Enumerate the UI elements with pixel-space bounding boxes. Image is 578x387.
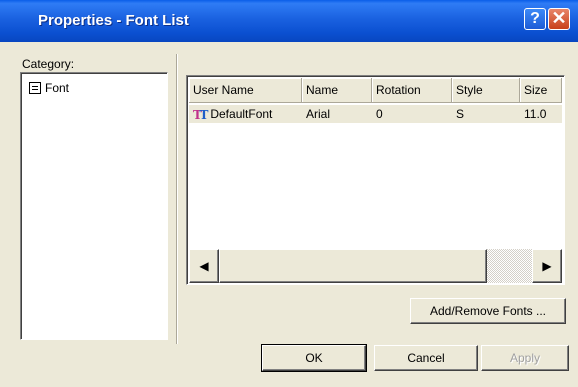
- tree-item-label: Font: [45, 81, 70, 95]
- document-list-icon: [29, 82, 41, 94]
- table-row[interactable]: TT DefaultFont Arial 0 S 11.0: [189, 105, 562, 123]
- tree-item-font[interactable]: Font: [29, 81, 69, 95]
- category-tree[interactable]: Font: [20, 72, 168, 340]
- horizontal-scrollbar[interactable]: ◀ ▶: [189, 249, 562, 283]
- cell-name: Arial: [306, 107, 331, 121]
- scroll-left-button[interactable]: ◀: [189, 249, 219, 283]
- column-header-user-name[interactable]: User Name: [189, 78, 302, 103]
- title-bar[interactable]: Properties - Font List ? ✕: [0, 0, 578, 42]
- close-icon: ✕: [551, 8, 567, 28]
- truetype-font-icon: TT: [193, 107, 208, 122]
- category-label: Category:: [22, 57, 75, 71]
- apply-button[interactable]: Apply: [481, 345, 569, 371]
- panel-separator: [176, 54, 178, 344]
- column-header-name[interactable]: Name: [302, 78, 372, 103]
- column-header-rotation[interactable]: Rotation: [372, 78, 452, 103]
- add-remove-fonts-button[interactable]: Add/Remove Fonts ...: [410, 298, 566, 324]
- cancel-button[interactable]: Cancel: [374, 345, 478, 371]
- ok-button[interactable]: OK: [261, 344, 367, 372]
- scroll-right-button[interactable]: ▶: [532, 249, 562, 283]
- column-header-style[interactable]: Style: [452, 78, 520, 103]
- arrow-right-icon: ▶: [542, 259, 552, 273]
- window-title: Properties - Font List: [38, 12, 189, 29]
- close-button[interactable]: ✕: [548, 8, 570, 30]
- scrollbar-thumb[interactable]: [219, 249, 487, 283]
- cell-user-name: TT DefaultFont: [189, 105, 302, 123]
- column-header-size[interactable]: Size: [520, 78, 562, 103]
- cell-size: 11.0: [524, 107, 547, 121]
- table-header: User Name Name Rotation Style Size: [189, 78, 562, 103]
- cell-style: S: [456, 107, 465, 121]
- font-list-table[interactable]: User Name Name Rotation Style Size TT De…: [186, 75, 565, 285]
- cell-rotation: 0: [376, 107, 383, 121]
- help-button[interactable]: ?: [524, 8, 546, 30]
- user-name-value: DefaultFont: [210, 107, 273, 121]
- help-icon: ?: [530, 10, 540, 27]
- arrow-left-icon: ◀: [199, 259, 209, 273]
